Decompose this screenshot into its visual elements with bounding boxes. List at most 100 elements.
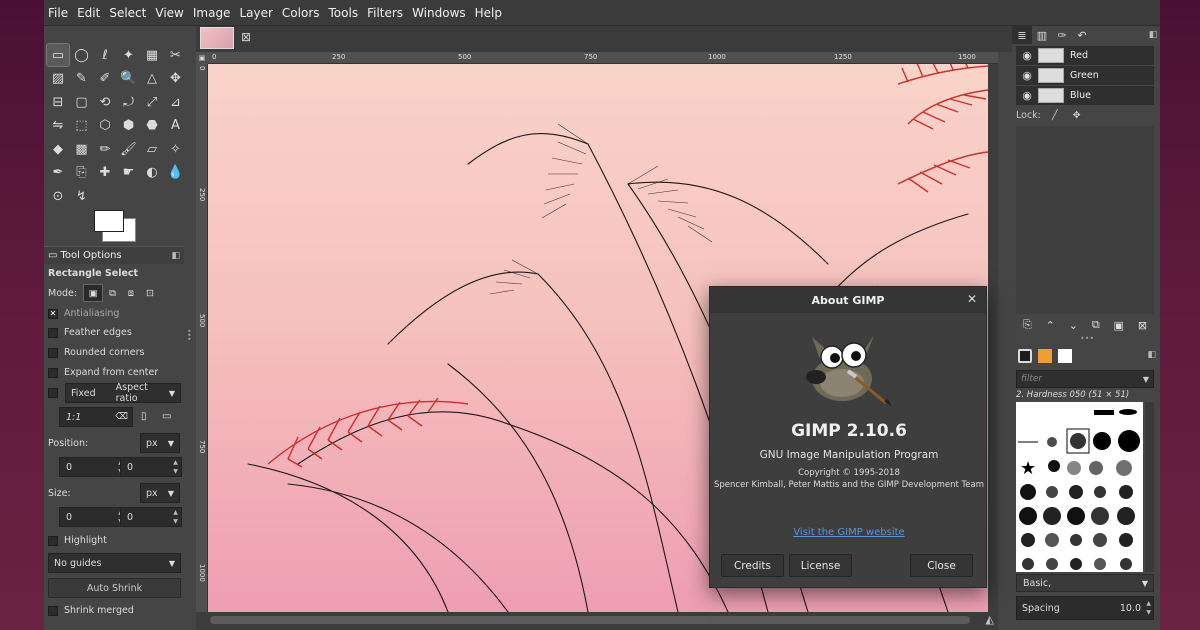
ellipse-select-icon[interactable]: ◯: [71, 44, 93, 66]
dock-menu-icon[interactable]: ◧: [171, 251, 180, 261]
menu-view[interactable]: View: [155, 6, 183, 20]
paths-tab-icon[interactable]: ✑: [1052, 26, 1072, 44]
smudge-icon[interactable]: ☛: [118, 162, 140, 184]
lower-icon[interactable]: ⌄: [1069, 319, 1078, 332]
new-channel-icon[interactable]: ⎘: [1023, 318, 1032, 332]
fixed-mode-combo[interactable]: Fixed Aspect ratio ▼: [65, 382, 181, 404]
brush-scrollbar[interactable]: [1145, 402, 1154, 572]
mode-subtract-button[interactable]: ⧈: [128, 288, 134, 299]
stepper-icon[interactable]: ▲▼: [171, 508, 180, 526]
feather-edges-row[interactable]: Feather edges: [48, 327, 132, 338]
unified-transform-icon[interactable]: ⟲: [94, 91, 116, 113]
eye-icon[interactable]: ◉: [1016, 89, 1038, 102]
color-picker-icon[interactable]: ✐: [94, 68, 116, 90]
size-unit-combo[interactable]: px ▼: [140, 483, 180, 503]
menu-help[interactable]: Help: [475, 6, 502, 20]
rounded-corners-row[interactable]: Rounded corners: [48, 347, 144, 358]
channels-tab-icon[interactable]: ▥: [1032, 26, 1052, 44]
gimp-website-link[interactable]: Visit the GIMP website: [710, 527, 988, 538]
quick-mask-toggle[interactable]: ▣: [196, 52, 208, 64]
dodge-icon[interactable]: ◐: [141, 162, 163, 184]
rounded-corners-checkbox[interactable]: [48, 347, 58, 358]
guides-combo[interactable]: No guides ▼: [48, 553, 181, 573]
fixed-checkbox[interactable]: [48, 388, 58, 398]
mode-intersect-button[interactable]: ⊡: [146, 288, 154, 299]
raise-icon[interactable]: ⌃: [1046, 319, 1055, 332]
measure-icon[interactable]: △: [141, 68, 163, 90]
mode-replace-button[interactable]: ▣: [83, 284, 104, 302]
pencil-icon[interactable]: ✏: [94, 138, 116, 160]
dock-menu-icon[interactable]: ◧: [1146, 26, 1160, 44]
duplicate-icon[interactable]: ⧉: [1092, 318, 1100, 332]
rect-select-icon[interactable]: ▭: [46, 43, 70, 67]
stepper-icon[interactable]: ▲▼: [171, 458, 180, 476]
patterns-tab-icon[interactable]: [1038, 349, 1052, 363]
landscape-icon[interactable]: ▭: [162, 411, 171, 422]
channel-row-red[interactable]: ◉ Red: [1016, 46, 1154, 65]
close-button[interactable]: Close: [910, 554, 973, 577]
warp-transform-icon[interactable]: ↯: [71, 185, 93, 207]
eye-icon[interactable]: ◉: [1016, 49, 1038, 62]
expand-from-center-row[interactable]: Expand from center: [48, 367, 158, 378]
stepper-icon[interactable]: ▲▼: [1146, 599, 1151, 617]
horizontal-scrollbar[interactable]: ◭: [196, 612, 998, 630]
mypaint-icon[interactable]: ⊙: [47, 185, 69, 207]
menu-colors[interactable]: Colors: [282, 6, 320, 20]
left-dock-splitter[interactable]: • • •: [187, 328, 192, 344]
lock-position-icon[interactable]: ✥: [1073, 110, 1081, 121]
lock-pixels-icon[interactable]: ╱: [1052, 110, 1058, 121]
close-icon[interactable]: ⊠: [241, 30, 251, 44]
paintbrush-icon[interactable]: 🖌: [118, 138, 140, 160]
position-unit-combo[interactable]: px ▼: [140, 433, 180, 453]
size-h-input[interactable]: 0 ▲ ▼: [120, 507, 182, 527]
position-x-input[interactable]: 0 ▲▼: [59, 457, 127, 477]
handle-transform-icon[interactable]: ⬣: [141, 115, 163, 137]
position-y-input[interactable]: 0 ▲ ▼: [120, 457, 182, 477]
right-dock-splitter[interactable]: •••: [1080, 335, 1094, 343]
spacing-slider[interactable]: Spacing 10.0 ▲ ▼: [1016, 596, 1154, 620]
channel-row-blue[interactable]: ◉ Blue: [1016, 86, 1154, 105]
delete-icon[interactable]: ⊠: [1138, 319, 1147, 332]
highlight-checkbox[interactable]: [48, 535, 58, 546]
align-icon[interactable]: ⊟: [47, 91, 69, 113]
shrink-merged-row[interactable]: Shrink merged: [48, 605, 134, 616]
highlight-row[interactable]: Highlight: [48, 535, 107, 546]
eye-icon[interactable]: ◉: [1016, 69, 1038, 82]
navigate-icon[interactable]: ◭: [986, 613, 994, 626]
gradients-tab-icon[interactable]: [1058, 349, 1072, 363]
channel-to-selection-icon[interactable]: ▣: [1114, 319, 1124, 332]
perspective-icon[interactable]: ⬚: [71, 115, 93, 137]
text-icon[interactable]: A: [165, 115, 187, 137]
move-icon[interactable]: ✥: [165, 68, 187, 90]
scale-icon[interactable]: ⤢: [141, 91, 163, 113]
scissors-icon[interactable]: ✂: [165, 44, 187, 66]
size-w-input[interactable]: 0 ▲▼: [59, 507, 127, 527]
feather-edges-checkbox[interactable]: [48, 327, 58, 338]
layers-tab-icon[interactable]: ≣: [1012, 26, 1032, 44]
free-select-icon[interactable]: ℓ: [94, 44, 116, 66]
airbrush-icon[interactable]: ✧: [165, 138, 187, 160]
heal-icon[interactable]: ✚: [94, 162, 116, 184]
bucket-fill-icon[interactable]: ◆: [47, 138, 69, 160]
shrink-merged-checkbox[interactable]: [48, 605, 58, 616]
brush-preset-combo[interactable]: Basic, ▼: [1016, 574, 1154, 592]
paths-icon[interactable]: ✎: [71, 68, 93, 90]
close-icon[interactable]: ✕: [967, 292, 977, 306]
menu-select[interactable]: Select: [109, 6, 146, 20]
expand-from-center-checkbox[interactable]: [48, 367, 58, 378]
horizontal-scroll-thumb[interactable]: [210, 616, 970, 624]
foreground-select-icon[interactable]: ▨: [47, 68, 69, 90]
antialiasing-checkbox[interactable]: ✕: [48, 308, 58, 319]
cage-icon[interactable]: ⬡: [94, 115, 116, 137]
flip-icon[interactable]: ⇋: [47, 115, 69, 137]
image-tab-thumbnail[interactable]: [200, 27, 234, 49]
blur-icon[interactable]: 💧: [165, 162, 187, 184]
warp-icon[interactable]: ⬢: [118, 115, 140, 137]
fg-bg-colors[interactable]: [94, 210, 136, 242]
dock-menu-icon[interactable]: ◧: [1147, 350, 1156, 360]
rotate-icon[interactable]: ⤾: [118, 91, 140, 113]
ratio-input[interactable]: 1:1 ⌫: [59, 407, 133, 427]
clear-icon[interactable]: ⌫: [115, 412, 128, 422]
menu-filters[interactable]: Filters: [367, 6, 403, 20]
auto-shrink-button[interactable]: Auto Shrink: [48, 578, 181, 598]
